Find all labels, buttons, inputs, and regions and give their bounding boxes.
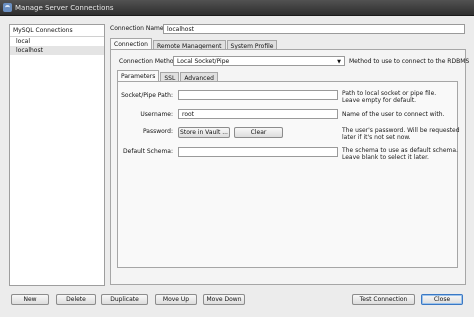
password-description: The user's password. Will be requested l… [342, 127, 460, 141]
move-up-button[interactable]: Move Up [155, 294, 197, 305]
new-connection-button[interactable]: New [11, 294, 49, 305]
move-down-button[interactable]: Move Down [203, 294, 245, 305]
default-schema-description: The schema to use as default schema. Lea… [342, 147, 458, 161]
mysql-workbench-icon [3, 3, 12, 12]
tab-system-profile[interactable]: System Profile [226, 40, 278, 50]
connection-method-label: Connection Method: [119, 58, 180, 65]
title-bar[interactable]: Manage Server Connections [0, 0, 474, 16]
connection-method-select[interactable]: Local Socket/Pipe ▼ [173, 56, 345, 66]
socket-path-input[interactable] [178, 90, 338, 100]
default-schema-input[interactable] [178, 147, 338, 157]
default-schema-description-line-1: The schema to use as default schema. [342, 147, 458, 154]
delete-connection-button[interactable]: Delete [56, 294, 96, 305]
test-connection-button[interactable]: Test Connection [352, 294, 415, 305]
manage-connections-window: Manage Server Connections MySQL Connecti… [0, 0, 474, 317]
tab-ssl[interactable]: SSL [160, 72, 180, 82]
password-label: Password: [142, 128, 173, 135]
connection-name-label: Connection Name: [110, 25, 166, 32]
close-button[interactable]: Close [421, 294, 463, 305]
connections-list[interactable]: MySQL Connections local localhost [9, 24, 105, 286]
tab-advanced[interactable]: Advanced [180, 72, 218, 82]
parameter-tabs: Parameters SSL Advanced [117, 70, 219, 82]
chevron-down-icon: ▼ [337, 59, 341, 65]
window-title: Manage Server Connections [15, 4, 114, 12]
username-input[interactable]: root [178, 109, 338, 119]
tab-parameters[interactable]: Parameters [117, 70, 160, 81]
main-tabs: Connection Remote Management System Prof… [110, 38, 278, 50]
connection-method-value: Local Socket/Pipe [177, 58, 230, 65]
socket-path-description-line-2: Leave empty for default. [342, 97, 417, 104]
socket-path-description-line-1: Path to local socket or pipe file. [342, 90, 437, 97]
connection-method-description: Method to use to connect to the RDBMS [349, 58, 470, 65]
store-in-vault-button[interactable]: Store in Vault ... [178, 127, 230, 138]
username-description: Name of the user to connect with. [342, 111, 445, 118]
clear-password-button[interactable]: Clear [234, 127, 283, 138]
socket-path-label: Socket/Pipe Path: [121, 92, 173, 99]
password-description-line-2: later if it's not set now. [342, 134, 411, 141]
default-schema-label: Default Schema: [123, 148, 173, 155]
tab-connection[interactable]: Connection [110, 38, 152, 49]
tab-remote-management[interactable]: Remote Management [152, 40, 226, 50]
duplicate-connection-button[interactable]: Duplicate [101, 294, 148, 305]
password-description-line-1: The user's password. Will be requested [342, 127, 460, 134]
connection-item-localhost[interactable]: localhost [10, 46, 104, 55]
connection-item-local[interactable]: local [10, 37, 104, 46]
connections-list-header: MySQL Connections [10, 25, 104, 37]
connection-name-input[interactable]: localhost [163, 24, 465, 34]
username-label: Username: [140, 111, 173, 118]
default-schema-description-line-2: Leave blank to select it later. [342, 154, 429, 161]
socket-path-description: Path to local socket or pipe file. Leave… [342, 90, 436, 104]
